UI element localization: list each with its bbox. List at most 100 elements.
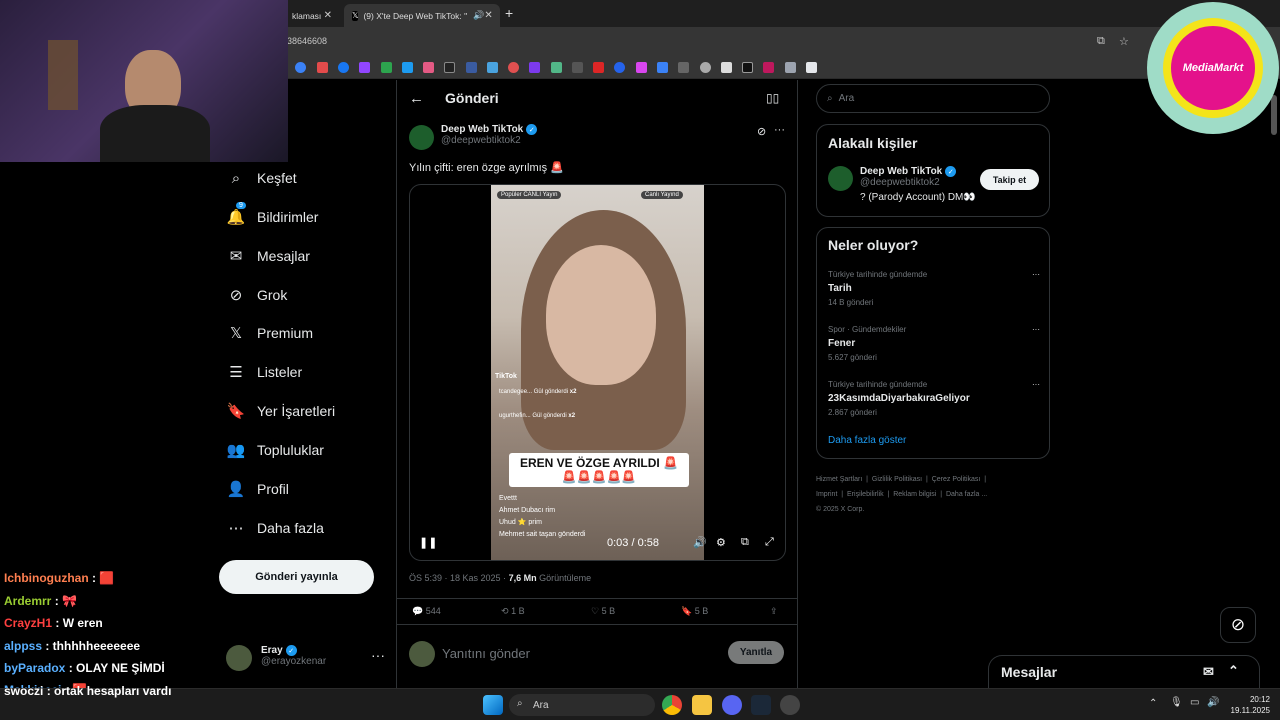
chevron-up-icon[interactable]: ⌃ xyxy=(1228,663,1239,679)
reply-input[interactable]: Yanıtını gönder xyxy=(442,646,530,661)
nav-communities[interactable]: 👥 Topluluklar xyxy=(227,441,324,459)
bookmark-icon[interactable] xyxy=(487,62,498,73)
nav-lists[interactable]: ☰ Listeler xyxy=(227,363,302,381)
bookmark-icon[interactable] xyxy=(785,62,796,73)
speaker-icon[interactable]: 🔊 xyxy=(1207,697,1219,708)
author-avatar[interactable] xyxy=(409,125,434,150)
bookmark-icon[interactable] xyxy=(381,62,392,73)
person-name[interactable]: Deep Web TikTok xyxy=(860,166,942,177)
bookmark-icon[interactable] xyxy=(763,62,774,73)
taskbar-search[interactable]: ⌕ Ara xyxy=(509,694,655,716)
person-handle[interactable]: @deepwebtiktok2 xyxy=(860,177,940,188)
windows-start-icon[interactable] xyxy=(483,695,503,715)
bookmark-icon[interactable] xyxy=(466,62,477,73)
post-button[interactable]: Gönderi yayınla xyxy=(219,560,374,594)
new-tab-button[interactable]: + xyxy=(505,5,513,21)
footer-link[interactable]: Imprint xyxy=(816,491,837,498)
nav-messages[interactable]: ✉ Mesajlar xyxy=(227,247,310,265)
nav-notifications[interactable]: 🔔 9 Bildirimler xyxy=(227,202,318,226)
trend-item[interactable]: Spor · Gündemdekiler Fener 5.627 gönderi… xyxy=(828,323,1040,365)
bookmark-icon[interactable] xyxy=(359,62,370,73)
nav-explore[interactable]: ⌕ Keşfet xyxy=(227,169,297,187)
like-button[interactable]: ♡ 5 B xyxy=(591,606,615,617)
show-more-link[interactable]: Daha fazla göster xyxy=(828,435,906,446)
bookmark-button[interactable]: 🔖 5 B xyxy=(681,606,708,617)
bookmark-icon[interactable] xyxy=(806,62,817,73)
nav-premium[interactable]: 𝕏 Premium xyxy=(227,324,313,342)
tweet-timestamp[interactable]: ÖS 5:39 · 18 Kas 2025 · xyxy=(409,573,509,583)
bookmark-icon[interactable] xyxy=(678,62,689,73)
footer-link[interactable]: Gizlilik Politikası xyxy=(872,476,922,483)
bookmark-icon[interactable] xyxy=(402,62,413,73)
trend-item[interactable]: Türkiye tarihinde gündemde 23KasımdaDiya… xyxy=(828,378,1040,420)
messages-drawer[interactable]: Mesajlar ✉ ⌃ xyxy=(988,655,1260,688)
bookmark-icon[interactable] xyxy=(657,62,668,73)
reader-icon[interactable]: ▯▯ xyxy=(766,91,779,105)
bookmark-icon[interactable] xyxy=(572,62,583,73)
author-name[interactable]: Deep Web TikTok xyxy=(441,124,523,135)
avatar[interactable] xyxy=(828,166,853,191)
bookmark-icon[interactable] xyxy=(423,62,434,73)
folder-icon[interactable] xyxy=(692,695,712,715)
nav-bookmarks[interactable]: 🔖 Yer İşaretleri xyxy=(227,402,335,420)
pip-icon[interactable]: ⧉ xyxy=(741,536,749,549)
nav-grok[interactable]: ⊘ Grok xyxy=(227,286,288,304)
reply-button[interactable]: 💬 544 xyxy=(412,606,441,617)
follow-button[interactable]: Takip et xyxy=(980,169,1039,190)
star-icon[interactable]: ☆ xyxy=(1119,35,1129,48)
install-app-icon[interactable]: ⧉ xyxy=(1097,35,1105,48)
microphone-icon[interactable]: 🎙 xyxy=(1170,697,1183,708)
bookmark-icon[interactable] xyxy=(614,62,625,73)
bookmark-icon[interactable] xyxy=(295,62,306,73)
browser-tab-active[interactable]: 𝕏 (9) X'te Deep Web TikTok: " 🔊 ✕ xyxy=(344,4,500,27)
chrome-icon[interactable] xyxy=(662,695,682,715)
bookmark-icon[interactable] xyxy=(338,62,349,73)
bookmark-icon[interactable] xyxy=(636,62,647,73)
bookmark-icon[interactable] xyxy=(529,62,540,73)
close-icon[interactable]: ✕ xyxy=(324,10,332,21)
chevron-up-icon[interactable]: ⌃ xyxy=(1149,698,1157,709)
new-message-icon[interactable]: ✉ xyxy=(1203,664,1214,680)
bookmark-icon[interactable] xyxy=(593,62,604,73)
browser-tab[interactable]: klaması ✕ xyxy=(284,4,340,27)
author-handle[interactable]: @deepwebtiktok2 xyxy=(441,135,521,146)
url-field[interactable]: 38646608 xyxy=(287,36,327,46)
grok-button[interactable]: ⊘ xyxy=(1220,607,1256,643)
steam-icon[interactable] xyxy=(751,695,771,715)
nav-profile[interactable]: 👤 Profil xyxy=(227,480,289,498)
fullscreen-icon[interactable]: ⤢ xyxy=(765,536,774,549)
bookmark-icon[interactable] xyxy=(742,62,753,73)
settings-icon[interactable]: ⚙ xyxy=(716,536,726,549)
speaker-icon[interactable]: 🔊 xyxy=(473,10,484,21)
footer-link[interactable]: Erişilebilirlik xyxy=(847,491,884,498)
search-input[interactable]: ⌕ Ara xyxy=(816,84,1050,113)
grok-icon[interactable]: ⊘ xyxy=(757,125,766,138)
bookmark-icon[interactable] xyxy=(444,62,455,73)
share-icon[interactable]: ⇪ xyxy=(770,606,778,617)
bookmark-icon[interactable] xyxy=(317,62,328,73)
bookmark-icon[interactable] xyxy=(721,62,732,73)
close-icon[interactable]: ✕ xyxy=(484,10,492,21)
trend-item[interactable]: Türkiye tarihinde gündemde Tarih 14 B gö… xyxy=(828,268,1040,310)
back-arrow-icon[interactable]: ← xyxy=(409,90,424,107)
repost-button[interactable]: ⟲ 1 B xyxy=(501,606,525,617)
bookmark-icon[interactable] xyxy=(700,62,711,73)
more-icon[interactable]: ··· xyxy=(774,124,785,136)
discord-icon[interactable] xyxy=(722,695,742,715)
volume-icon[interactable]: 🔊 xyxy=(693,536,707,549)
scrollbar[interactable] xyxy=(1271,95,1277,135)
monitor-icon[interactable]: ▭ xyxy=(1190,697,1199,708)
footer-link[interactable]: Daha fazla ... xyxy=(946,491,987,498)
nav-more[interactable]: ⋯ Daha fazla xyxy=(227,519,324,537)
video-player[interactable]: Popüler CANLI Yayın Canlı Yayınd TikTok … xyxy=(409,184,786,561)
bookmark-icon[interactable] xyxy=(551,62,562,73)
footer-link[interactable]: Hizmet Şartları xyxy=(816,476,862,483)
more-icon[interactable]: ··· xyxy=(371,647,385,663)
footer-link[interactable]: Reklam bilgisi xyxy=(893,491,936,498)
pause-icon[interactable]: ❚❚ xyxy=(419,536,437,549)
app-icon[interactable] xyxy=(780,695,800,715)
footer-link[interactable]: Çerez Politikası xyxy=(932,476,981,483)
clock[interactable]: 20:12 19.11.2025 xyxy=(1226,694,1270,716)
bookmark-icon[interactable] xyxy=(508,62,519,73)
reply-submit-button[interactable]: Yanıtla xyxy=(728,641,784,664)
